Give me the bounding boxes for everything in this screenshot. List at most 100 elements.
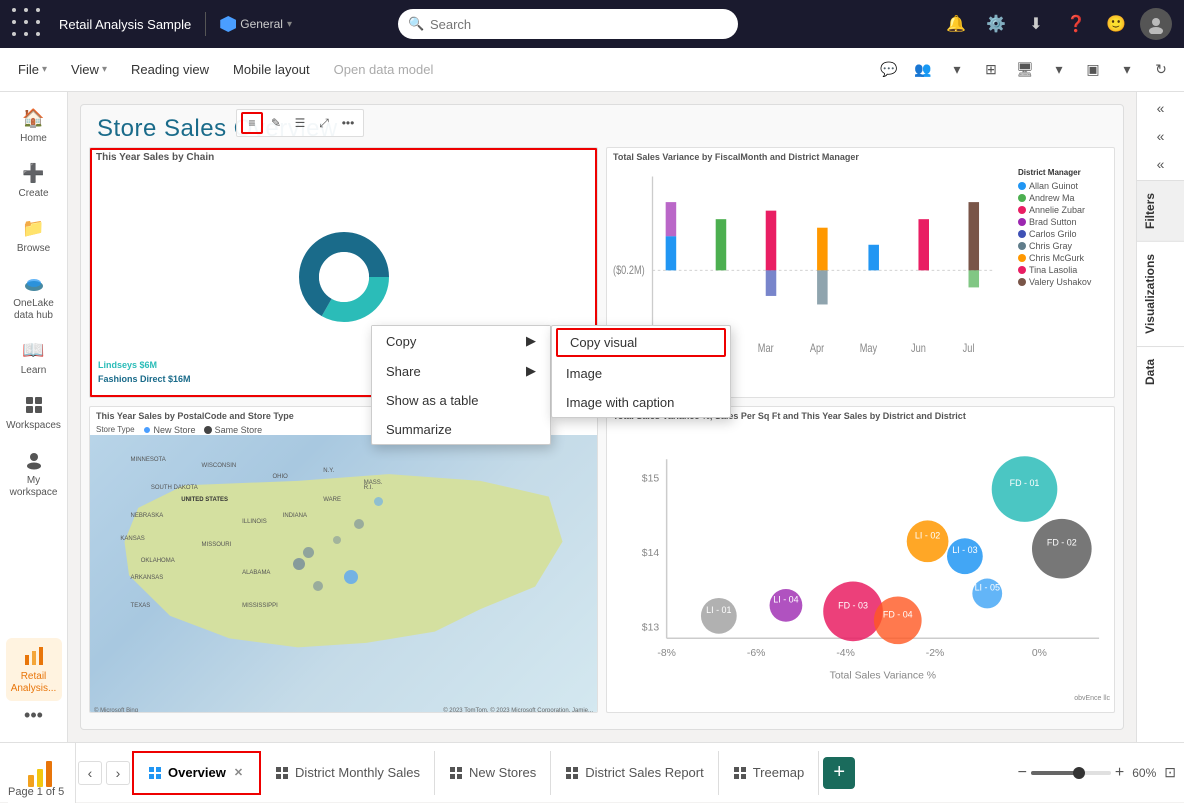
- sidebar-item-home[interactable]: 🏠 Home: [6, 100, 62, 151]
- svg-text:LI - 04: LI - 04: [773, 594, 798, 604]
- tab-overview-close[interactable]: ✕: [232, 765, 245, 780]
- context-share[interactable]: Share ▶: [372, 356, 550, 386]
- right-panels: « « « Filters Visualizations Data: [1136, 92, 1184, 742]
- submenu-image-caption[interactable]: Image with caption: [552, 388, 730, 417]
- donut-label1: Lindseys $6M: [98, 360, 157, 370]
- menubar-chevron3[interactable]: ▾: [1112, 55, 1142, 85]
- open-data-model-btn[interactable]: Open data model: [324, 58, 444, 81]
- topbar-divider: [205, 12, 206, 36]
- context-copy[interactable]: Copy ▶: [372, 326, 550, 356]
- sidebar-item-learn[interactable]: 📖 Learn: [6, 332, 62, 383]
- legend-item-1: Andrew Ma: [1018, 193, 1110, 203]
- badge-chevron: ▾: [287, 19, 292, 30]
- sidebar-item-workspaces[interactable]: Workspaces: [6, 387, 62, 438]
- menubar-chevron2[interactable]: ▾: [1044, 55, 1074, 85]
- svg-text:-2%: -2%: [926, 648, 945, 659]
- context-menu: Copy ▶ Share ▶ Show as a table Summarize: [371, 325, 551, 445]
- tab-district-sales[interactable]: District Sales Report: [551, 751, 718, 795]
- sidebar-item-onelake[interactable]: OneLake data hub: [6, 265, 62, 328]
- tab-treemap[interactable]: Treemap: [719, 751, 820, 795]
- learn-icon: 📖: [22, 338, 46, 362]
- myworkspace-icon: [22, 448, 46, 472]
- visual-bubble[interactable]: Total Sales Variance %, Sales Per Sq Ft …: [606, 406, 1115, 713]
- content-area: Store Sales Overview ≡ ✎ ☰ ⤢ ••• This Ye…: [68, 92, 1136, 742]
- tab-district-monthly-icon: [275, 766, 289, 780]
- visual1-title: This Year Sales by Chain: [90, 148, 597, 165]
- collapse-data-arrow[interactable]: «: [1143, 152, 1179, 176]
- bell-icon[interactable]: 🔔: [940, 8, 972, 40]
- help-icon[interactable]: ❓: [1060, 8, 1092, 40]
- search-input[interactable]: [398, 9, 738, 39]
- mobile-layout-btn[interactable]: Mobile layout: [223, 58, 320, 81]
- fit-page-icon[interactable]: ⊡: [1164, 764, 1176, 781]
- collapse-filters-arrow[interactable]: «: [1143, 96, 1179, 120]
- zoom-thumb[interactable]: [1073, 767, 1085, 779]
- table2-icon[interactable]: ⊞: [976, 55, 1006, 85]
- sidebar-item-browse[interactable]: 📁 Browse: [6, 210, 62, 261]
- gear-icon[interactable]: ⚙️: [980, 8, 1012, 40]
- map-legend-same: Same Store: [204, 425, 263, 435]
- panel-icon[interactable]: ▣: [1078, 55, 1108, 85]
- context-summarize[interactable]: Summarize: [372, 415, 550, 444]
- view-menu[interactable]: View ▾: [61, 58, 117, 81]
- browse-icon: 📁: [22, 216, 46, 240]
- svg-text:LI - 03: LI - 03: [952, 545, 977, 555]
- onelake-icon: [22, 271, 46, 295]
- zoom-slider[interactable]: [1031, 771, 1111, 775]
- visual-map[interactable]: This Year Sales by PostalCode and Store …: [89, 406, 598, 713]
- legend-item-5: Chris Gray: [1018, 241, 1110, 251]
- lines-btn[interactable]: ☰: [289, 112, 311, 134]
- map-dot: [344, 570, 358, 584]
- avatar[interactable]: [1140, 8, 1172, 40]
- download-icon[interactable]: ⬇: [1020, 8, 1052, 40]
- hamburger-btn[interactable]: ≡: [241, 112, 263, 134]
- svg-text:Mar: Mar: [758, 342, 774, 355]
- tab-new-stores[interactable]: New Stores: [435, 751, 551, 795]
- svg-text:May: May: [860, 342, 878, 355]
- zoom-minus-btn[interactable]: −: [1018, 764, 1027, 782]
- zoom-plus-btn[interactable]: +: [1115, 764, 1124, 782]
- app-grid-icon[interactable]: [12, 8, 45, 41]
- sensitivity-badge[interactable]: General ▾: [220, 16, 292, 32]
- tab-next-btn[interactable]: ›: [106, 761, 130, 785]
- powerbi-icon: [26, 757, 58, 789]
- comment-icon[interactable]: 💬: [874, 55, 904, 85]
- tab-overview[interactable]: Overview ✕: [132, 751, 261, 795]
- svg-text:LI - 02: LI - 02: [915, 530, 940, 540]
- reading-view-btn[interactable]: Reading view: [121, 58, 219, 81]
- submenu-image[interactable]: Image: [552, 359, 730, 388]
- sidebar-item-create[interactable]: ➕ Create: [6, 155, 62, 206]
- screen-icon[interactable]: 🖥: [1010, 55, 1040, 85]
- pencil-btn[interactable]: ✎: [265, 112, 287, 134]
- tab-district-monthly[interactable]: District Monthly Sales: [261, 751, 435, 795]
- refresh-icon[interactable]: ↻: [1146, 55, 1176, 85]
- legend-item-2: Annelie Zubar: [1018, 205, 1110, 215]
- data-tab[interactable]: Data: [1137, 346, 1184, 397]
- personas-icon[interactable]: 👥: [908, 55, 938, 85]
- expand-btn[interactable]: ⤢: [313, 112, 335, 134]
- sidebar-item-retail[interactable]: Retail Analysis...: [6, 638, 62, 701]
- page-info: Page 1 of 5: [8, 786, 64, 798]
- visualizations-tab[interactable]: Visualizations: [1137, 241, 1184, 346]
- donut-chart: [294, 227, 394, 327]
- legend-item-3: Brad Sutton: [1018, 217, 1110, 227]
- file-menu[interactable]: File ▾: [8, 58, 57, 81]
- svg-text:$14: $14: [642, 548, 660, 559]
- zoom-controls: − + 60% ⊡: [1018, 764, 1176, 782]
- panel-arrows: « « «: [1137, 92, 1184, 180]
- menubar-chevron[interactable]: ▾: [942, 55, 972, 85]
- context-show-table[interactable]: Show as a table: [372, 386, 550, 415]
- more-btn[interactable]: •••: [337, 112, 359, 134]
- home-icon: 🏠: [22, 106, 46, 130]
- feedback-icon[interactable]: 🙂: [1100, 8, 1132, 40]
- collapse-viz-arrow[interactable]: «: [1143, 124, 1179, 148]
- submenu-copy-visual[interactable]: Copy visual: [556, 328, 726, 357]
- filters-tab[interactable]: Filters: [1137, 180, 1184, 241]
- donut-label2: Fashions Direct $16M: [98, 374, 191, 384]
- add-page-btn[interactable]: +: [823, 757, 855, 789]
- sidebar-more[interactable]: •••: [24, 705, 43, 726]
- tab-prev-btn[interactable]: ‹: [78, 761, 102, 785]
- search-container: 🔍: [398, 9, 738, 39]
- sidebar-item-myworkspace[interactable]: My workspace: [6, 442, 62, 505]
- bubble-area: $15 $14 $13 -8% -6% -4% -2% 0% Total Sal…: [607, 423, 1114, 704]
